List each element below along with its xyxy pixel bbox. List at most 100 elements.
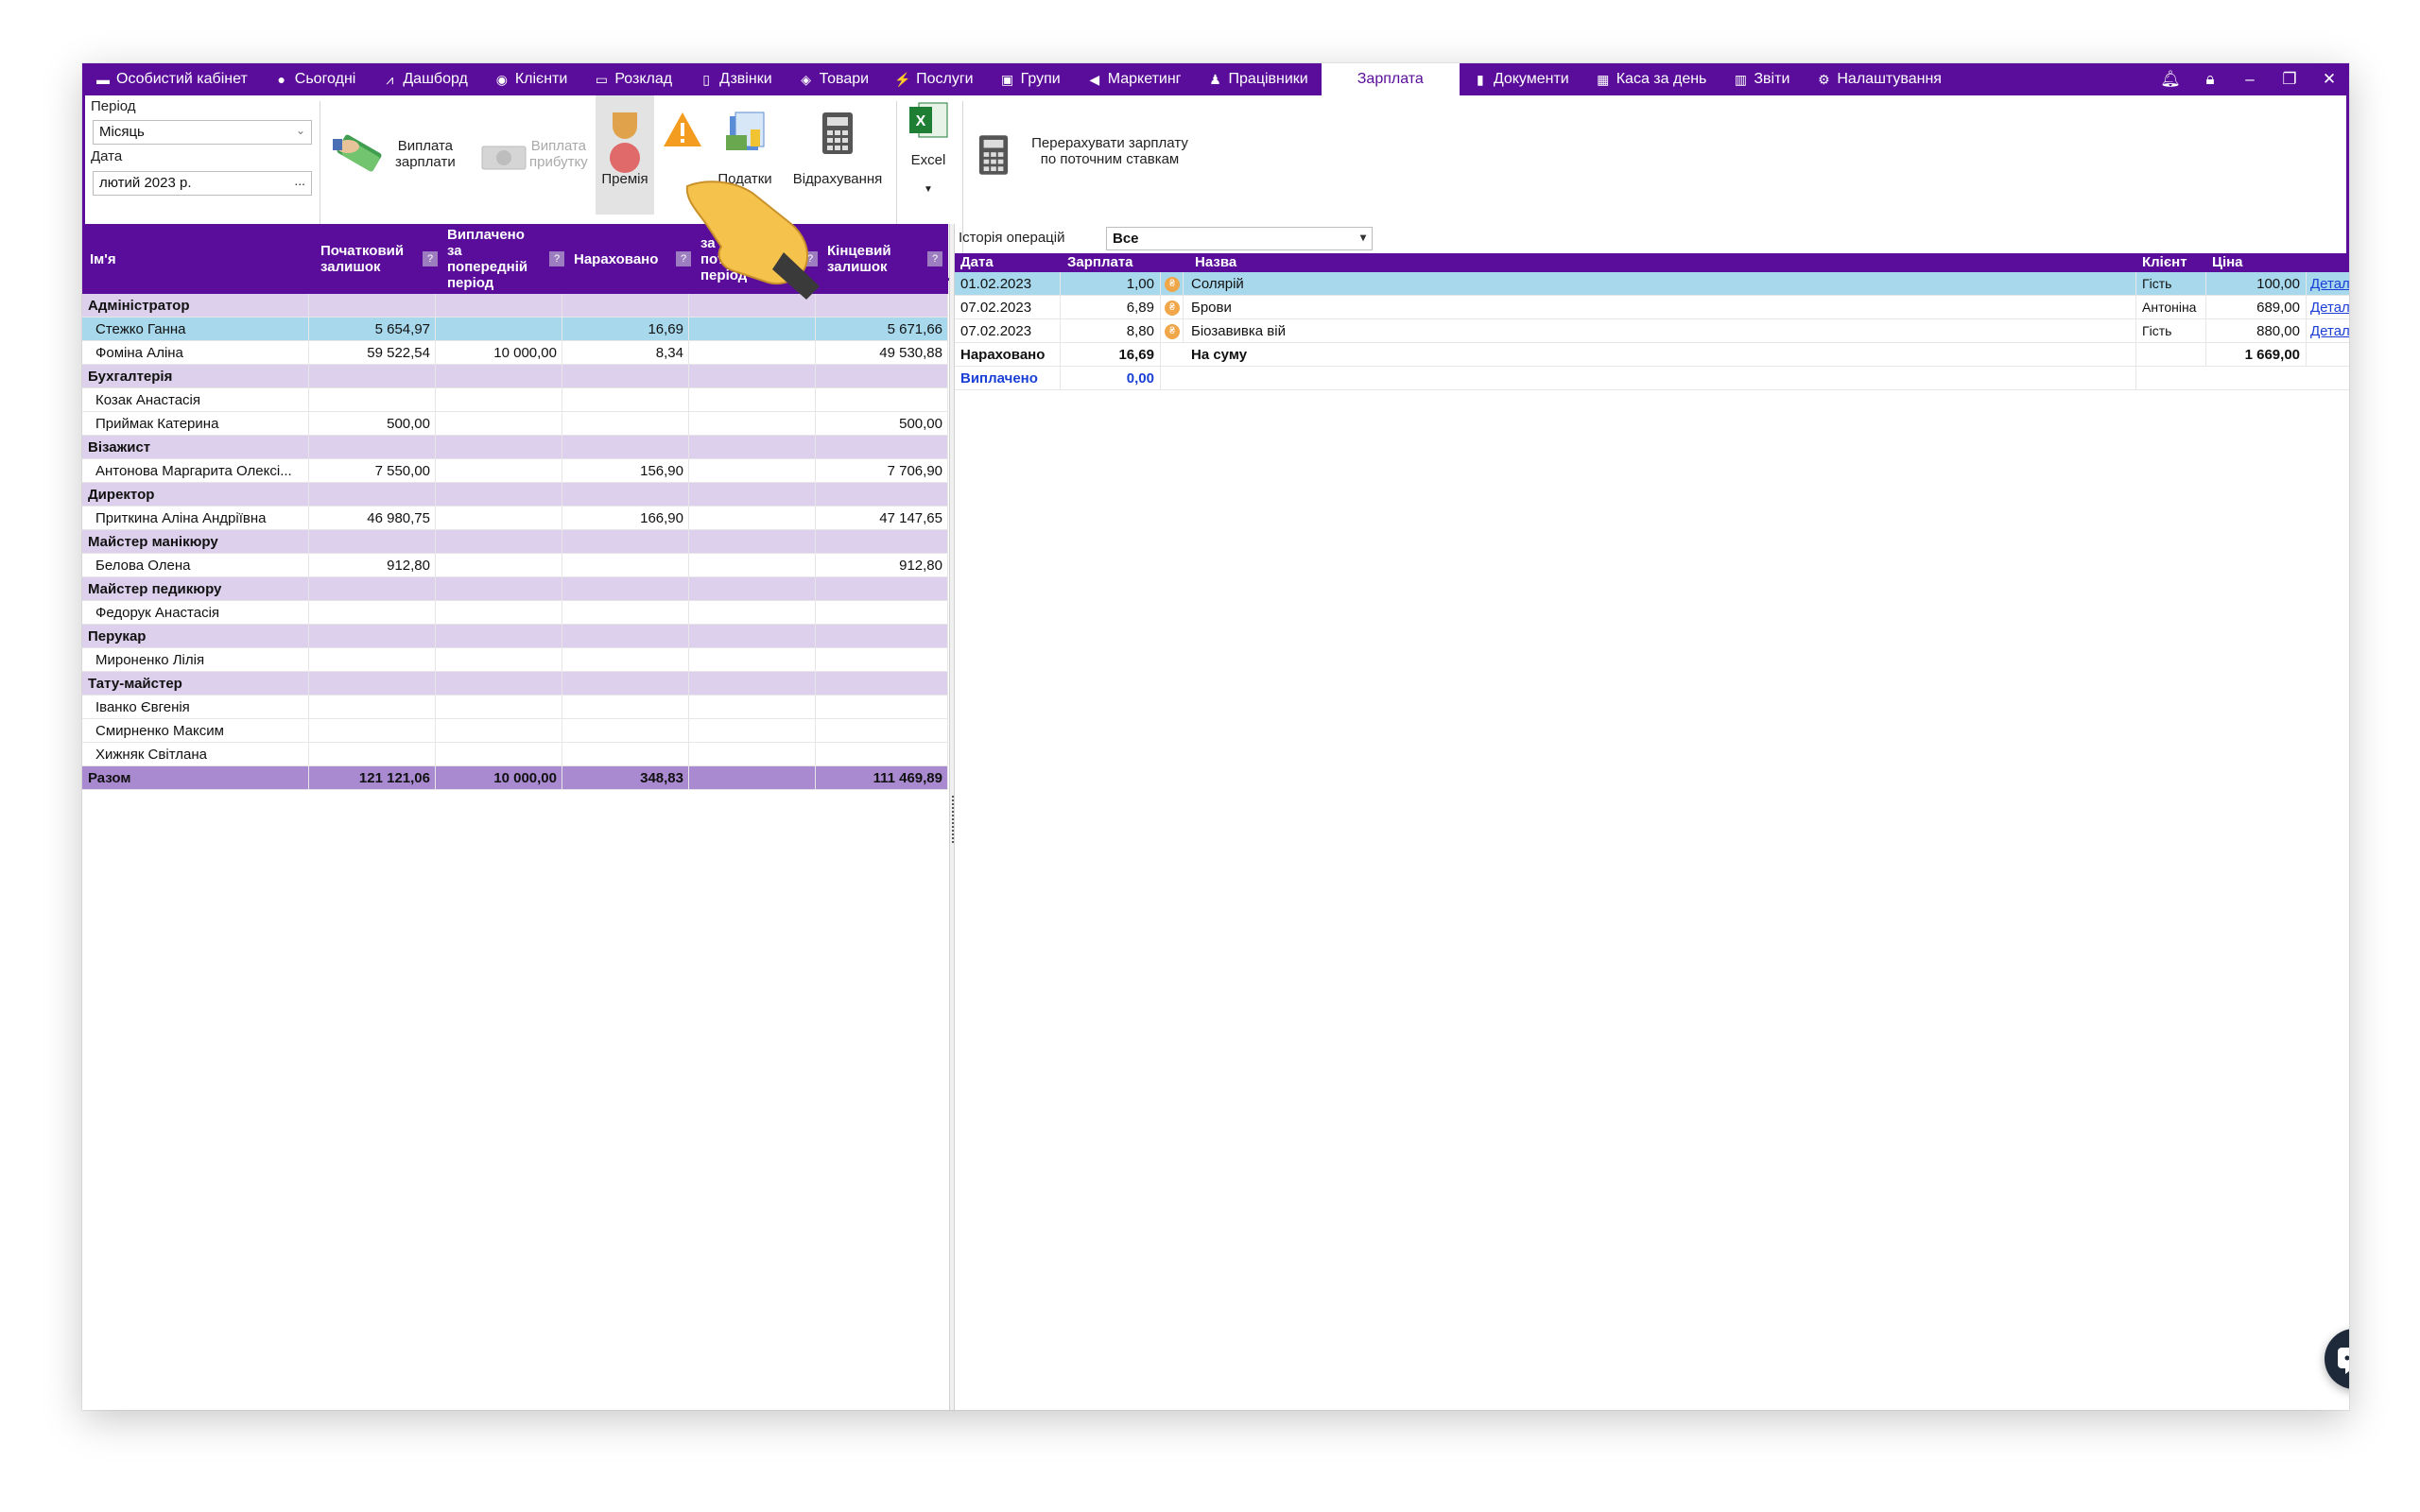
paid-label: Виплачено bbox=[955, 367, 1061, 390]
col-price[interactable]: Ціна bbox=[2212, 253, 2243, 272]
opening-balance bbox=[309, 743, 436, 766]
pay-salary-button[interactable]: Виплата зарплати bbox=[329, 126, 471, 192]
table-row[interactable]: Белова Олена 912,80 912,80 bbox=[82, 554, 948, 577]
nav-documents[interactable]: ▮ Документи bbox=[1460, 63, 1582, 95]
nav-marketing[interactable]: ◀ Маркетинг bbox=[1074, 63, 1195, 95]
nav-dashboard[interactable]: ⩘ Дашборд bbox=[369, 63, 481, 95]
accrued-label: Нараховано bbox=[955, 343, 1061, 367]
chat-button[interactable] bbox=[2325, 1329, 2349, 1389]
bar-chart-icon: ▥ bbox=[1734, 72, 1747, 87]
bell-icon[interactable]: 🔔︎ bbox=[2151, 70, 2190, 89]
restore-icon[interactable]: ❐ bbox=[2270, 70, 2309, 89]
date-picker-button[interactable]: ... bbox=[294, 173, 305, 188]
operation-date: 01.02.2023 bbox=[955, 272, 1061, 296]
details-link[interactable]: Детальніше bbox=[2307, 272, 2349, 296]
empty-cell bbox=[562, 436, 689, 459]
help-icon[interactable]: ? bbox=[423, 251, 438, 266]
empty-cell bbox=[436, 530, 562, 554]
nav-settings[interactable]: ⚙ Налаштування bbox=[1803, 63, 1955, 95]
group-row[interactable]: Директор bbox=[82, 483, 948, 507]
date-field[interactable]: лютий 2023 р.... bbox=[93, 171, 312, 196]
group-row[interactable]: Майстер педикюру bbox=[82, 577, 948, 601]
paid-previous bbox=[436, 388, 562, 412]
col-title[interactable]: Назва bbox=[1195, 253, 1236, 272]
table-row[interactable]: Фоміна Аліна 59 522,54 10 000,00 8,34 49 530… bbox=[82, 341, 948, 365]
bonus-button[interactable]: Премія bbox=[596, 95, 654, 215]
empty-cell bbox=[309, 577, 436, 601]
nav-today[interactable]: ● Сьогодні bbox=[261, 63, 370, 95]
nav-groups[interactable]: ▣ Групи bbox=[987, 63, 1074, 95]
col-client[interactable]: Клієнт bbox=[2142, 253, 2187, 272]
paid-current bbox=[689, 341, 816, 365]
paid-current bbox=[689, 388, 816, 412]
employee-name: Стежко Ганна bbox=[82, 318, 309, 341]
group-row[interactable]: Бухгалтерія bbox=[82, 365, 948, 388]
empty-cell bbox=[2136, 343, 2206, 367]
employee-name: Мироненко Лілія bbox=[82, 648, 309, 672]
closing-balance: 7 706,90 bbox=[816, 459, 948, 483]
operation-row[interactable]: 07.02.2023 8,80 ₴ Біозавивка вій Гість 880,00… bbox=[955, 319, 2349, 343]
col-date[interactable]: Дата bbox=[960, 253, 994, 272]
closing-balance: 912,80 bbox=[816, 554, 948, 577]
recalculate-salary-button[interactable]: Перерахувати зарплату по поточним ставка… bbox=[977, 133, 1204, 190]
employee-name: Майстер педикюру bbox=[82, 577, 309, 601]
group-row[interactable]: Перукар bbox=[82, 625, 948, 648]
table-row[interactable]: Хижняк Світлана bbox=[82, 743, 948, 766]
nav-goods[interactable]: ◈ Товари bbox=[786, 63, 882, 95]
col-name[interactable]: Ім'я bbox=[90, 224, 307, 294]
group-row[interactable]: Тату-майстер bbox=[82, 672, 948, 696]
minimize-icon[interactable]: – bbox=[2230, 70, 2270, 89]
table-row[interactable]: Стежко Ганна 5 654,97 16,69 5 671,66 bbox=[82, 318, 948, 341]
nav-calls[interactable]: ▯ Дзвінки bbox=[685, 63, 786, 95]
period-select[interactable]: Місяць ⌄ bbox=[93, 120, 312, 145]
nav-cabinet[interactable]: ▬ Особистий кабінет bbox=[82, 63, 261, 95]
table-row[interactable]: Мироненко Лілія bbox=[82, 648, 948, 672]
col-accrued[interactable]: Нараховано bbox=[574, 224, 678, 294]
details-link[interactable]: Детальніше bbox=[2307, 296, 2349, 319]
help-icon[interactable]: ? bbox=[549, 251, 564, 266]
excel-export-button[interactable]: X Excel ▼ bbox=[900, 101, 957, 205]
employee-name: Белова Олена bbox=[82, 554, 309, 577]
nav-reports[interactable]: ▥ Звіти bbox=[1720, 63, 1803, 95]
table-row[interactable]: Смирненко Максим bbox=[82, 719, 948, 743]
close-icon[interactable]: ✕ bbox=[2309, 70, 2349, 89]
paid-previous bbox=[436, 412, 562, 436]
table-row[interactable]: Іванко Євгенія bbox=[82, 696, 948, 719]
nav-salary[interactable]: Зарплата bbox=[1321, 63, 1460, 95]
operation-row[interactable]: 01.02.20231,00 ₴ СолярійГість100,00Детальн… bbox=[955, 272, 2349, 296]
table-row[interactable]: Федорук Анастасія bbox=[82, 601, 948, 625]
col-paid-prev[interactable]: Виплачено за попередній період bbox=[447, 224, 551, 294]
accrued-amount bbox=[562, 648, 689, 672]
dropdown-arrow-icon[interactable]: ▼ bbox=[900, 184, 957, 195]
table-row[interactable]: Антонова Маргарита Олексі... 7 550,00 156,… bbox=[82, 459, 948, 483]
table-row[interactable]: Приймак Катерина 500,00 500,00 bbox=[82, 412, 948, 436]
nav-services[interactable]: ⚡ Послуги bbox=[882, 63, 987, 95]
details-link[interactable]: Детальніше bbox=[2307, 319, 2349, 343]
pay-profit-button[interactable]: Виплата прибутку bbox=[480, 126, 603, 192]
table-row[interactable]: Козак Анастасія bbox=[82, 388, 948, 412]
group-row[interactable]: Майстер манікюру bbox=[82, 530, 948, 554]
operation-price: 100,00 bbox=[2206, 272, 2307, 296]
operation-row[interactable]: 07.02.20236,89 ₴ БровиАнтоніна689,00Деталь… bbox=[955, 296, 2349, 319]
closing-balance: 111 469,89 bbox=[816, 766, 948, 790]
nav-clients[interactable]: ◉ Клієнти bbox=[481, 63, 580, 95]
nav-schedule[interactable]: ▭ Розклад bbox=[580, 63, 685, 95]
lock-icon[interactable]: 🔒︎ bbox=[2190, 70, 2230, 89]
employee-name: Директор bbox=[82, 483, 309, 507]
nav-employees[interactable]: ♟ Працівники bbox=[1195, 63, 1322, 95]
col-opening[interactable]: Початковий залишок bbox=[320, 224, 424, 294]
help-icon[interactable]: ? bbox=[927, 251, 942, 266]
empty-cell bbox=[309, 365, 436, 388]
accrued-amount bbox=[562, 601, 689, 625]
warning-icon bbox=[664, 112, 701, 146]
col-salary[interactable]: Зарплата bbox=[1067, 253, 1133, 272]
history-filter-select[interactable]: Все ▾ bbox=[1106, 227, 1373, 250]
closing-balance bbox=[816, 601, 948, 625]
table-row[interactable]: Приткина Аліна Андріївна 46 980,75 166,90 4… bbox=[82, 507, 948, 530]
group-row[interactable]: Візажист bbox=[82, 436, 948, 459]
empty-cell bbox=[562, 294, 689, 318]
paid-current bbox=[689, 601, 816, 625]
panel-splitter[interactable] bbox=[949, 224, 955, 1410]
nav-cash[interactable]: ▦ Каса за день bbox=[1582, 63, 1720, 95]
opening-balance bbox=[309, 601, 436, 625]
